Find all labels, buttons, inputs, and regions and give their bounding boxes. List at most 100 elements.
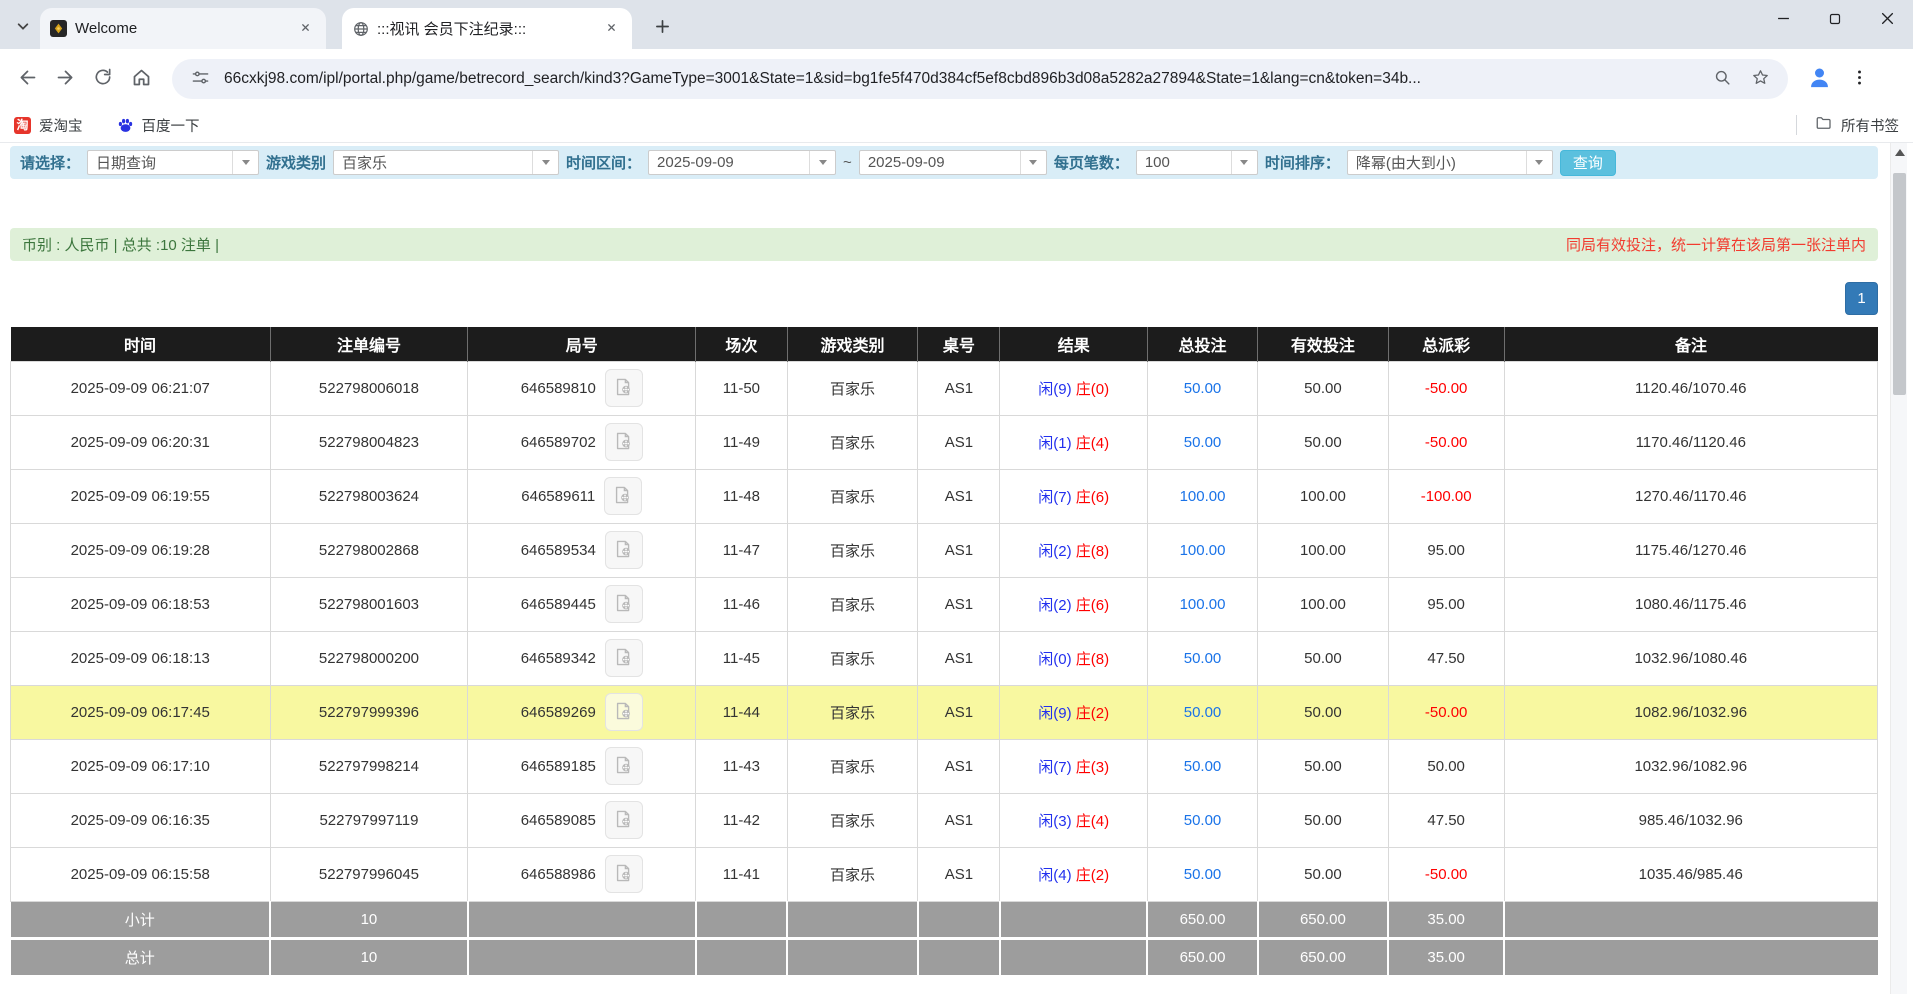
total-bet-link[interactable]: 100.00 <box>1180 596 1226 613</box>
cell-payout: 95.00 <box>1388 523 1504 577</box>
total-bet-link[interactable]: 100.00 <box>1180 488 1226 505</box>
summary-bar: 币别 : 人民币 | 总共 :10 注单 | 同局有效投注，统一计算在该局第一张… <box>10 228 1878 261</box>
video-replay-icon <box>613 646 635 671</box>
result-banker: 庄(2) <box>1076 867 1109 884</box>
tab-bet-record[interactable]: :::视讯 会员下注纪录::: <box>342 8 632 49</box>
scrollbar-up-arrow[interactable] <box>1891 143 1908 161</box>
video-replay-button[interactable] <box>605 423 643 461</box>
cell-session: 11-42 <box>696 793 787 847</box>
browser-menu-button[interactable] <box>1842 62 1876 96</box>
new-tab-button[interactable] <box>648 14 676 42</box>
video-replay-icon <box>613 592 635 617</box>
page-1-button[interactable]: 1 <box>1845 282 1878 315</box>
result-player: 闲(7) <box>1038 489 1071 506</box>
cell-bet-id: 522797996045 <box>270 847 468 901</box>
all-bookmarks-label: 所有书签 <box>1841 115 1899 136</box>
total-bet-link[interactable]: 50.00 <box>1184 866 1222 883</box>
total-bet-link[interactable]: 50.00 <box>1184 758 1222 775</box>
cell-time: 2025-09-09 06:17:45 <box>11 685 271 739</box>
bookmark-aitaobao[interactable]: 淘 爱淘宝 <box>14 115 83 136</box>
minimize-button[interactable] <box>1757 0 1809 40</box>
cell-result: 闲(1) 庄(4) <box>1000 415 1147 469</box>
cell-result: 闲(3) 庄(4) <box>1000 793 1147 847</box>
cell-remark: 1032.96/1080.46 <box>1504 631 1877 685</box>
cell-table-no: AS1 <box>918 415 1000 469</box>
summary-notice: 同局有效投注，统一计算在该局第一张注单内 <box>1566 234 1866 255</box>
video-replay-button[interactable] <box>605 369 643 407</box>
cell-valid-bet: 50.00 <box>1258 631 1389 685</box>
video-replay-button[interactable] <box>605 855 643 893</box>
date-from-select[interactable]: 2025-09-09 <box>648 150 836 175</box>
cell-payout: -100.00 <box>1388 469 1504 523</box>
cell-time: 2025-09-09 06:17:10 <box>11 739 271 793</box>
total-bet-link[interactable]: 100.00 <box>1180 542 1226 559</box>
cell-game-type: 百家乐 <box>787 577 918 631</box>
bookmark-star-button[interactable] <box>1746 65 1774 93</box>
total-bet-link[interactable]: 50.00 <box>1184 380 1222 397</box>
zoom-button[interactable] <box>1708 65 1736 93</box>
total-bet-link[interactable]: 50.00 <box>1184 812 1222 829</box>
video-replay-button[interactable] <box>605 585 643 623</box>
result-player: 闲(1) <box>1038 435 1071 452</box>
video-replay-button[interactable] <box>604 477 642 515</box>
round-number: 646589342 <box>521 650 596 667</box>
game-type-select[interactable]: 百家乐 <box>333 150 559 175</box>
result-player: 闲(2) <box>1038 543 1071 560</box>
video-replay-button[interactable] <box>605 639 643 677</box>
back-button[interactable] <box>8 60 46 98</box>
table-row: 2025-09-09 06:16:35 522797997119 6465890… <box>11 793 1878 847</box>
video-replay-button[interactable] <box>605 801 643 839</box>
cell-remark: 1080.46/1175.46 <box>1504 577 1877 631</box>
per-page-select[interactable]: 100 <box>1136 150 1258 175</box>
cell-result: 闲(2) 庄(6) <box>1000 577 1147 631</box>
tab-close-button[interactable] <box>294 18 316 40</box>
star-icon <box>1751 68 1770 90</box>
total-bet-link[interactable]: 50.00 <box>1184 434 1222 451</box>
query-button[interactable]: 查询 <box>1560 150 1616 176</box>
address-bar[interactable]: 66cxkj98.com/ipl/portal.php/game/betreco… <box>172 59 1788 99</box>
back-arrow-icon <box>17 67 38 91</box>
scrollbar-thumb[interactable] <box>1893 173 1906 395</box>
video-replay-button[interactable] <box>605 747 643 785</box>
tab-title: Welcome <box>75 20 286 37</box>
mode-select[interactable]: 日期查询 <box>87 150 259 175</box>
time-range-label: 时间区间： <box>566 152 641 173</box>
forward-button[interactable] <box>46 60 84 98</box>
all-bookmarks-button[interactable]: 所有书签 <box>1815 114 1899 136</box>
tab-close-button[interactable] <box>600 18 622 40</box>
cell-remark: 1032.96/1082.96 <box>1504 739 1877 793</box>
video-replay-button[interactable] <box>605 693 643 731</box>
total-bet-link[interactable]: 50.00 <box>1184 650 1222 667</box>
cell-remark: 1170.46/1120.46 <box>1504 415 1877 469</box>
tab-search-button[interactable] <box>10 14 36 40</box>
result-player: 闲(3) <box>1038 813 1071 830</box>
reload-button[interactable] <box>84 60 122 98</box>
maximize-button[interactable] <box>1809 0 1861 40</box>
close-icon <box>1881 12 1894 28</box>
cell-session: 11-41 <box>696 847 787 901</box>
bookmarks-separator <box>1796 115 1797 135</box>
tab-welcome[interactable]: Welcome <box>40 8 326 49</box>
welcome-tab-favicon <box>50 20 67 37</box>
result-banker: 庄(2) <box>1076 705 1109 722</box>
cell-session: 11-44 <box>696 685 787 739</box>
profile-avatar[interactable] <box>1802 62 1836 96</box>
close-window-button[interactable] <box>1861 0 1913 40</box>
cell-valid-bet: 100.00 <box>1258 469 1389 523</box>
page-scrollbar[interactable] <box>1890 143 1907 994</box>
site-info-button[interactable] <box>186 65 214 93</box>
total-bet-link[interactable]: 50.00 <box>1184 704 1222 721</box>
filter-bar: 请选择： 日期查询 游戏类别 百家乐 时间区间： 2025-09-09 ~ 20… <box>10 146 1878 179</box>
cell-time: 2025-09-09 06:18:53 <box>11 577 271 631</box>
cell-total-bet: 50.00 <box>1147 793 1257 847</box>
cell-valid-bet: 50.00 <box>1258 793 1389 847</box>
sort-select[interactable]: 降幂(由大到小) <box>1347 150 1553 175</box>
bookmark-baidu[interactable]: 百度一下 <box>117 115 200 136</box>
round-number: 646589534 <box>521 542 596 559</box>
home-button[interactable] <box>122 60 160 98</box>
date-to-select[interactable]: 2025-09-09 <box>859 150 1047 175</box>
cell-payout: 95.00 <box>1388 577 1504 631</box>
video-replay-button[interactable] <box>605 531 643 569</box>
bet-record-table: 时间 注单编号 局号 场次 游戏类别 桌号 结果 总投注 有效投注 总派彩 备注… <box>10 327 1878 975</box>
cell-table-no: AS1 <box>918 577 1000 631</box>
